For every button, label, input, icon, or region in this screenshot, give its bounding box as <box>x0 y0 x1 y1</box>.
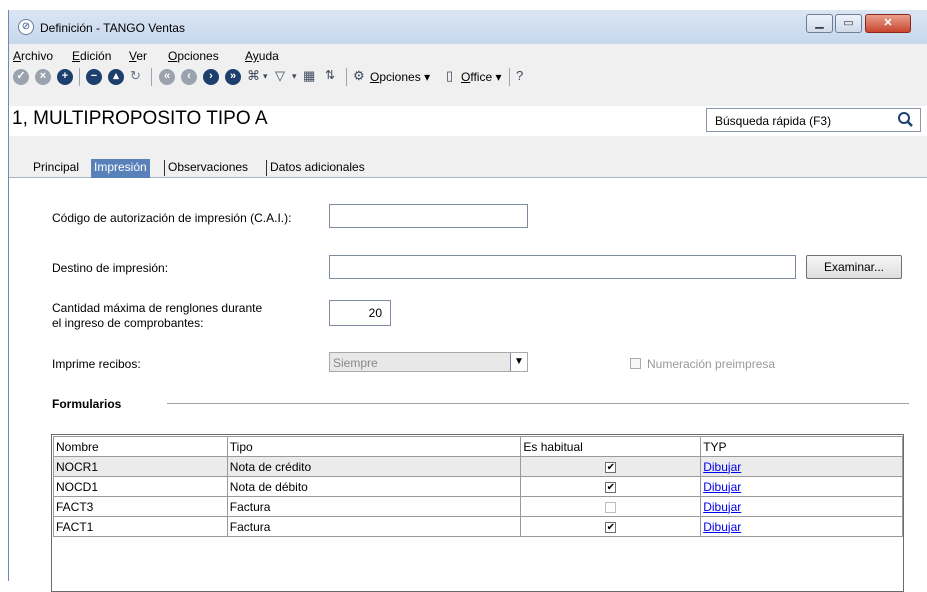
refresh-icon[interactable]: ↻ <box>130 68 141 84</box>
table-row[interactable]: FACT1 Factura ✔ Dibujar <box>53 516 903 537</box>
recibos-label: Imprime recibos: <box>52 357 141 371</box>
filter-icon[interactable]: ▽ <box>275 68 285 84</box>
formularios-table: Nombre Tipo Es habitual TYP NOCR1 Nota d… <box>53 436 903 537</box>
dibujar-link[interactable]: Dibujar <box>703 460 741 474</box>
title-bar: ⊘ Definición - TANGO Ventas ▁ ▭ ✕ <box>9 10 927 44</box>
office-dropdown-icon: ▾ <box>495 70 502 84</box>
impresion-panel: Código de autorización de impresión (C.A… <box>9 178 927 592</box>
cell-nombre: FACT1 <box>53 516 228 537</box>
destino-label: Destino de impresión: <box>52 261 169 275</box>
menu-ayuda[interactable]: Ayuda <box>245 49 279 63</box>
sort-icon[interactable]: ⇅ <box>325 68 335 82</box>
binoculars-icon[interactable]: ⌘ <box>247 68 260 84</box>
tab-datos-adicionales[interactable]: Datos adicionales <box>270 159 365 178</box>
tab-bar: Principal Impresión Observaciones Datos … <box>9 146 927 178</box>
habitual-checkbox[interactable] <box>605 501 617 513</box>
chevron-down-icon[interactable]: ▼ <box>510 353 527 371</box>
close-button[interactable]: ✕ <box>865 14 911 33</box>
minimize-button[interactable]: ▁ <box>806 14 833 33</box>
last-record-icon[interactable]: » <box>225 69 241 85</box>
column-header-es-habitual[interactable]: Es habitual <box>520 436 702 457</box>
dibujar-link[interactable]: Dibujar <box>703 520 741 534</box>
office-menu-button[interactable]: Office ▾ <box>461 70 502 84</box>
habitual-checkbox[interactable]: ✔ <box>605 521 617 533</box>
options-menu-button[interactable]: Opciones ▾ <box>370 70 430 84</box>
previous-record-icon[interactable]: ‹ <box>181 69 197 85</box>
gear-icon[interactable]: ⚙ <box>353 68 365 84</box>
cantidad-label-line1: Cantidad máxima de renglones durante <box>52 301 263 315</box>
cell-tipo: Nota de débito <box>226 476 522 497</box>
menu-edicion[interactable]: Edición <box>72 49 111 63</box>
section-divider <box>167 403 909 404</box>
tango-app-icon: ⊘ <box>18 19 34 35</box>
cantidad-label-line2: el ingreso de comprobantes: <box>52 316 204 330</box>
eject-icon[interactable]: ▴ <box>108 69 124 85</box>
recibos-selected-value: Siempre <box>333 356 378 370</box>
cancel-icon[interactable]: × <box>35 69 51 85</box>
cell-tipo: Factura <box>226 516 522 537</box>
cai-label: Código de autorización de impresión (C.A… <box>52 211 292 225</box>
table-header-row: Nombre Tipo Es habitual TYP <box>53 436 903 457</box>
options-dropdown-icon: ▾ <box>424 70 431 84</box>
tab-observaciones[interactable]: Observaciones <box>168 159 248 178</box>
maximize-button[interactable]: ▭ <box>835 14 862 33</box>
menu-archivo[interactable]: Archivo <box>13 49 53 63</box>
binoculars-dropdown-icon[interactable]: ▾ <box>263 71 268 82</box>
menu-opciones[interactable]: Opciones <box>168 49 219 63</box>
cai-field[interactable] <box>329 204 528 228</box>
habitual-checkbox[interactable]: ✔ <box>605 461 617 473</box>
destino-field[interactable] <box>329 255 796 279</box>
help-icon[interactable]: ? <box>516 68 523 83</box>
quick-search-placeholder: Búsqueda rápida (F3) <box>715 114 832 128</box>
cell-tipo: Factura <box>226 496 522 517</box>
numeracion-label: Numeración preimpresa <box>647 357 776 371</box>
cell-nombre: NOCR1 <box>53 456 228 477</box>
accept-icon[interactable]: ✓ <box>13 69 29 85</box>
quick-search-input[interactable]: Búsqueda rápida (F3) <box>706 108 921 132</box>
cell-tipo: Nota de crédito <box>226 456 522 477</box>
table-row[interactable]: NOCR1 Nota de crédito ✔ Dibujar <box>53 456 903 477</box>
toolbar: ✓ × + − ▴ ↻ « ‹ › » ⌘ ▾ ▽ ▾ ▦ ⇅ ⚙ Opcion… <box>9 64 927 88</box>
tab-principal[interactable]: Principal <box>33 159 79 178</box>
definition-window: ⊘ Definición - TANGO Ventas ▁ ▭ ✕ Archiv… <box>8 10 927 592</box>
examinar-button[interactable]: Examinar... <box>806 255 902 279</box>
column-header-tipo[interactable]: Tipo <box>226 436 522 457</box>
first-record-icon[interactable]: « <box>159 69 175 85</box>
record-title: 1, MULTIPROPOSITO TIPO A <box>12 108 268 129</box>
filter-dropdown-icon[interactable]: ▾ <box>292 71 297 82</box>
formularios-heading: Formularios <box>52 397 122 411</box>
table-row[interactable]: FACT3 Factura Dibujar <box>53 496 903 517</box>
recibos-select[interactable]: Siempre ▼ <box>329 352 528 372</box>
window-title: Definición - TANGO Ventas <box>40 21 185 35</box>
dibujar-link[interactable]: Dibujar <box>703 480 741 494</box>
cell-nombre: NOCD1 <box>53 476 228 497</box>
next-record-icon[interactable]: › <box>203 69 219 85</box>
tab-impresion[interactable]: Impresión <box>91 159 150 178</box>
delete-icon[interactable]: − <box>86 69 102 85</box>
search-icon[interactable] <box>897 111 914 128</box>
add-icon[interactable]: + <box>57 69 73 85</box>
column-header-nombre[interactable]: Nombre <box>53 436 228 457</box>
dibujar-link[interactable]: Dibujar <box>703 500 741 514</box>
numeracion-checkbox[interactable] <box>630 358 641 369</box>
table-row[interactable]: NOCD1 Nota de débito ✔ Dibujar <box>53 476 903 497</box>
office-icon[interactable]: ▯ <box>446 68 453 84</box>
menu-ver[interactable]: Ver <box>129 49 147 63</box>
cantidad-field[interactable]: 20 <box>329 300 391 326</box>
cell-nombre: FACT3 <box>53 496 228 517</box>
habitual-checkbox[interactable]: ✔ <box>605 481 617 493</box>
grid-icon[interactable]: ▦ <box>303 68 315 84</box>
menu-bar: Archivo Edición Ver Opciones Ayuda <box>9 44 927 64</box>
column-header-typ[interactable]: TYP <box>700 436 903 457</box>
